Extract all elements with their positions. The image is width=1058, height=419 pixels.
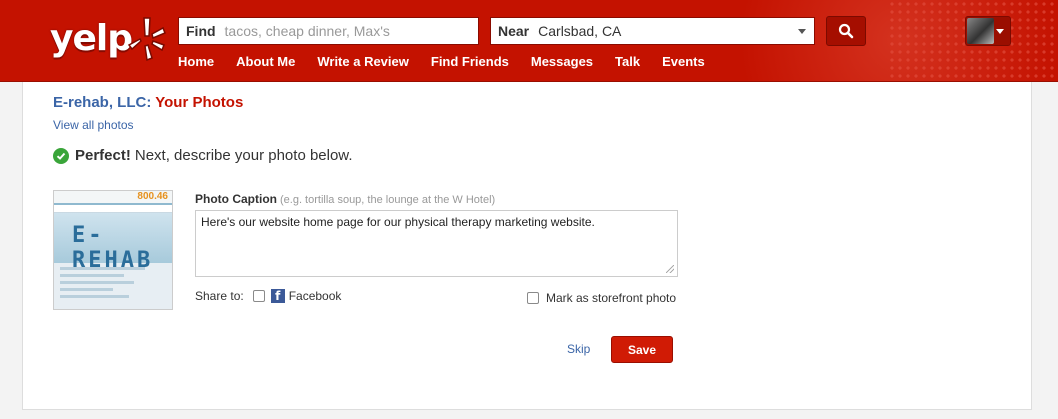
- caption-textarea[interactable]: Here's our website home page for our phy…: [195, 210, 678, 277]
- storefront-row: Mark as storefront photo: [527, 291, 676, 305]
- find-placeholder: tacos, cheap dinner, Max's: [224, 23, 390, 39]
- user-menu[interactable]: [965, 16, 1011, 46]
- nav-home[interactable]: Home: [178, 54, 214, 69]
- status-text: Next, describe your photo below.: [134, 147, 353, 164]
- find-input[interactable]: Find tacos, cheap dinner, Max's: [178, 17, 479, 45]
- thumbnail-phone: 800.46: [137, 191, 168, 202]
- yelp-logo[interactable]: yelp: [50, 14, 166, 70]
- search-button[interactable]: [826, 16, 866, 46]
- logo-text: yelp: [50, 18, 133, 59]
- storefront-label: Mark as storefront photo: [546, 291, 677, 305]
- near-value: Carlsbad, CA: [538, 23, 622, 39]
- nav-messages[interactable]: Messages: [531, 54, 593, 69]
- facebook-checkbox[interactable]: [252, 290, 265, 302]
- save-button[interactable]: Save: [611, 336, 673, 363]
- nav-events[interactable]: Events: [662, 54, 705, 69]
- near-label: Near: [498, 23, 530, 39]
- nav-talk[interactable]: Talk: [615, 54, 640, 69]
- business-link[interactable]: E-rehab, LLC:: [53, 94, 151, 111]
- search-icon: [838, 23, 854, 39]
- facebook-icon: f: [270, 289, 285, 303]
- share-label: Share to:: [195, 289, 244, 303]
- chevron-down-icon: [996, 29, 1004, 34]
- resize-handle-icon[interactable]: [666, 265, 674, 273]
- storefront-checkbox[interactable]: [527, 292, 539, 304]
- view-all-photos-link[interactable]: View all photos: [53, 118, 134, 132]
- share-row: Share to: f Facebook: [195, 289, 341, 303]
- burst-icon: [127, 17, 166, 62]
- status-strong: Perfect!: [75, 147, 131, 164]
- nav-find-friends[interactable]: Find Friends: [431, 54, 509, 69]
- nav-write-review[interactable]: Write a Review: [317, 54, 409, 69]
- chevron-down-icon: [798, 29, 806, 34]
- skip-link[interactable]: Skip: [567, 342, 590, 356]
- caption-value: Here's our website home page for our phy…: [201, 215, 595, 229]
- main-nav: Home About Me Write a Review Find Friend…: [178, 54, 727, 69]
- page-title: E-rehab, LLC: Your Photos: [53, 94, 243, 111]
- caption-label-text: Photo Caption: [195, 192, 277, 206]
- caption-label: Photo Caption (e.g. tortilla soup, the lo…: [195, 192, 495, 206]
- avatar: [967, 18, 994, 44]
- find-label: Find: [186, 23, 216, 39]
- status-message: Perfect! Next, describe your photo below…: [53, 147, 352, 164]
- header: yelp Find tacos, cheap dinner, Max's Nea…: [0, 0, 1058, 82]
- title-suffix: Your Photos: [155, 94, 244, 111]
- nav-about-me[interactable]: About Me: [236, 54, 295, 69]
- photo-panel: E-rehab, LLC: Your Photos View all photo…: [22, 82, 1032, 410]
- check-circle-icon: [53, 147, 69, 164]
- thumbnail-brand: E-REHAB: [72, 223, 154, 273]
- caption-hint: (e.g. tortilla soup, the lounge at the W…: [279, 194, 496, 206]
- facebook-label: Facebook: [288, 289, 342, 303]
- photo-thumbnail: 800.46 E-REHAB: [53, 190, 173, 310]
- near-select[interactable]: Near Carlsbad, CA: [490, 17, 815, 45]
